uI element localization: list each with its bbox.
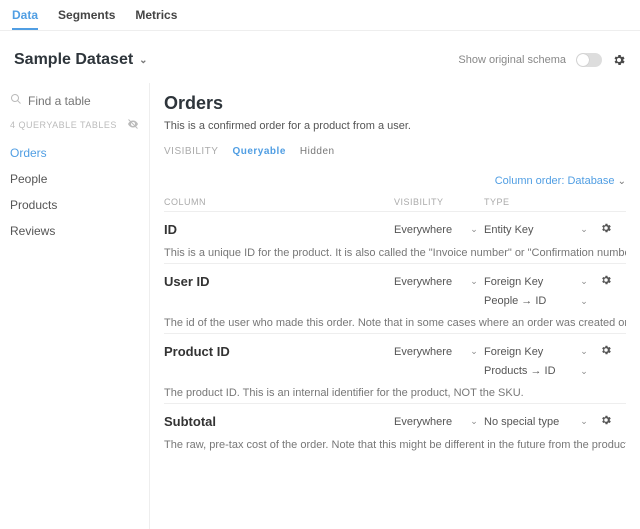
chevron-down-icon: ⌄: [574, 346, 594, 357]
queryable-label: 4 QUERYABLE TABLES: [10, 120, 117, 130]
search-input[interactable]: [28, 94, 128, 108]
type-select[interactable]: Foreign Key: [484, 276, 574, 288]
chevron-down-icon: ⌄: [574, 224, 594, 235]
tab-metrics[interactable]: Metrics: [135, 8, 177, 30]
eye-off-icon[interactable]: [127, 118, 139, 132]
subtab-queryable[interactable]: Queryable: [232, 146, 285, 157]
field-name[interactable]: User ID: [164, 274, 394, 289]
subtab-hidden[interactable]: Hidden: [300, 146, 335, 157]
tab-segments[interactable]: Segments: [58, 8, 115, 30]
type-select[interactable]: Entity Key: [484, 224, 574, 236]
field-name[interactable]: ID: [164, 222, 394, 237]
field-description[interactable]: The raw, pre-tax cost of the order. Note…: [164, 439, 626, 451]
dataset-title[interactable]: Sample Dataset ⌄: [14, 51, 148, 69]
chevron-down-icon: ⌄: [464, 346, 484, 357]
chevron-down-icon: ⌄: [464, 276, 484, 287]
sidebar-item-people[interactable]: People: [10, 166, 139, 192]
table-title[interactable]: Orders: [164, 93, 626, 114]
fk-select[interactable]: People → ID: [484, 295, 574, 307]
field-description[interactable]: The product ID. This is an internal iden…: [164, 387, 626, 399]
field-description[interactable]: This is a unique ID for the product. It …: [164, 247, 626, 259]
sidebar-item-reviews[interactable]: Reviews: [10, 218, 139, 244]
chevron-down-icon: ⌄: [574, 366, 594, 377]
column-order-text: Column order: Database: [495, 175, 615, 187]
chevron-down-icon: ⌄: [464, 224, 484, 235]
dataset-title-text: Sample Dataset: [14, 51, 133, 69]
chevron-down-icon: ⌄: [139, 55, 147, 66]
tab-data[interactable]: Data: [12, 8, 38, 30]
queryable-row: 4 QUERYABLE TABLES: [10, 118, 139, 132]
header-bar: Sample Dataset ⌄ Show original schema: [0, 31, 640, 83]
show-schema-toggle[interactable]: [576, 53, 602, 67]
top-tabs: Data Segments Metrics: [0, 0, 640, 31]
header-type: TYPE: [484, 197, 584, 207]
subtab-label: VISIBILITY: [164, 146, 218, 157]
field-name[interactable]: Product ID: [164, 344, 394, 359]
field-block: Product IDEverywhere⌄Foreign Key⌄Product…: [164, 333, 626, 403]
chevron-down-icon: ⌄: [574, 416, 594, 427]
sidebar-search[interactable]: [10, 93, 139, 108]
fields-container: IDEverywhere⌄Entity Key⌄This is a unique…: [164, 211, 626, 455]
field-name[interactable]: Subtotal: [164, 414, 394, 429]
field-block: IDEverywhere⌄Entity Key⌄This is a unique…: [164, 211, 626, 263]
field-description[interactable]: The id of the user who made this order. …: [164, 317, 626, 329]
chevron-down-icon: ⌄: [574, 296, 594, 307]
sidebar-item-orders[interactable]: Orders: [10, 140, 139, 166]
visibility-select[interactable]: Everywhere: [394, 224, 464, 236]
field-gear-icon[interactable]: [594, 222, 612, 237]
field-gear-icon[interactable]: [594, 274, 612, 289]
sidebar: 4 QUERYABLE TABLES Orders People Product…: [0, 83, 150, 529]
field-gear-icon[interactable]: [594, 344, 612, 359]
table-description[interactable]: This is a confirmed order for a product …: [164, 120, 626, 132]
chevron-down-icon: ⌄: [464, 416, 484, 427]
type-select[interactable]: No special type: [484, 416, 574, 428]
chevron-down-icon: ⌄: [618, 176, 626, 187]
header-right: Show original schema: [458, 53, 626, 67]
header-column: COLUMN: [164, 197, 394, 207]
search-icon: [10, 93, 22, 108]
gear-icon[interactable]: [612, 53, 626, 67]
column-order-select[interactable]: Column order: Database ⌄: [164, 175, 626, 187]
field-gear-icon[interactable]: [594, 414, 612, 429]
sidebar-item-products[interactable]: Products: [10, 192, 139, 218]
fk-select[interactable]: Products → ID: [484, 365, 574, 377]
chevron-down-icon: ⌄: [574, 276, 594, 287]
visibility-select[interactable]: Everywhere: [394, 416, 464, 428]
header-visibility: VISIBILITY: [394, 197, 484, 207]
column-headers: COLUMN VISIBILITY TYPE: [164, 193, 626, 211]
field-block: User IDEverywhere⌄Foreign Key⌄People → I…: [164, 263, 626, 333]
visibility-select[interactable]: Everywhere: [394, 346, 464, 358]
visibility-select[interactable]: Everywhere: [394, 276, 464, 288]
show-schema-label: Show original schema: [458, 54, 566, 66]
field-block: SubtotalEverywhere⌄No special type⌄The r…: [164, 403, 626, 455]
visibility-subtabs: VISIBILITY Queryable Hidden: [164, 146, 626, 157]
main-panel: Orders This is a confirmed order for a p…: [150, 83, 640, 529]
type-select[interactable]: Foreign Key: [484, 346, 574, 358]
